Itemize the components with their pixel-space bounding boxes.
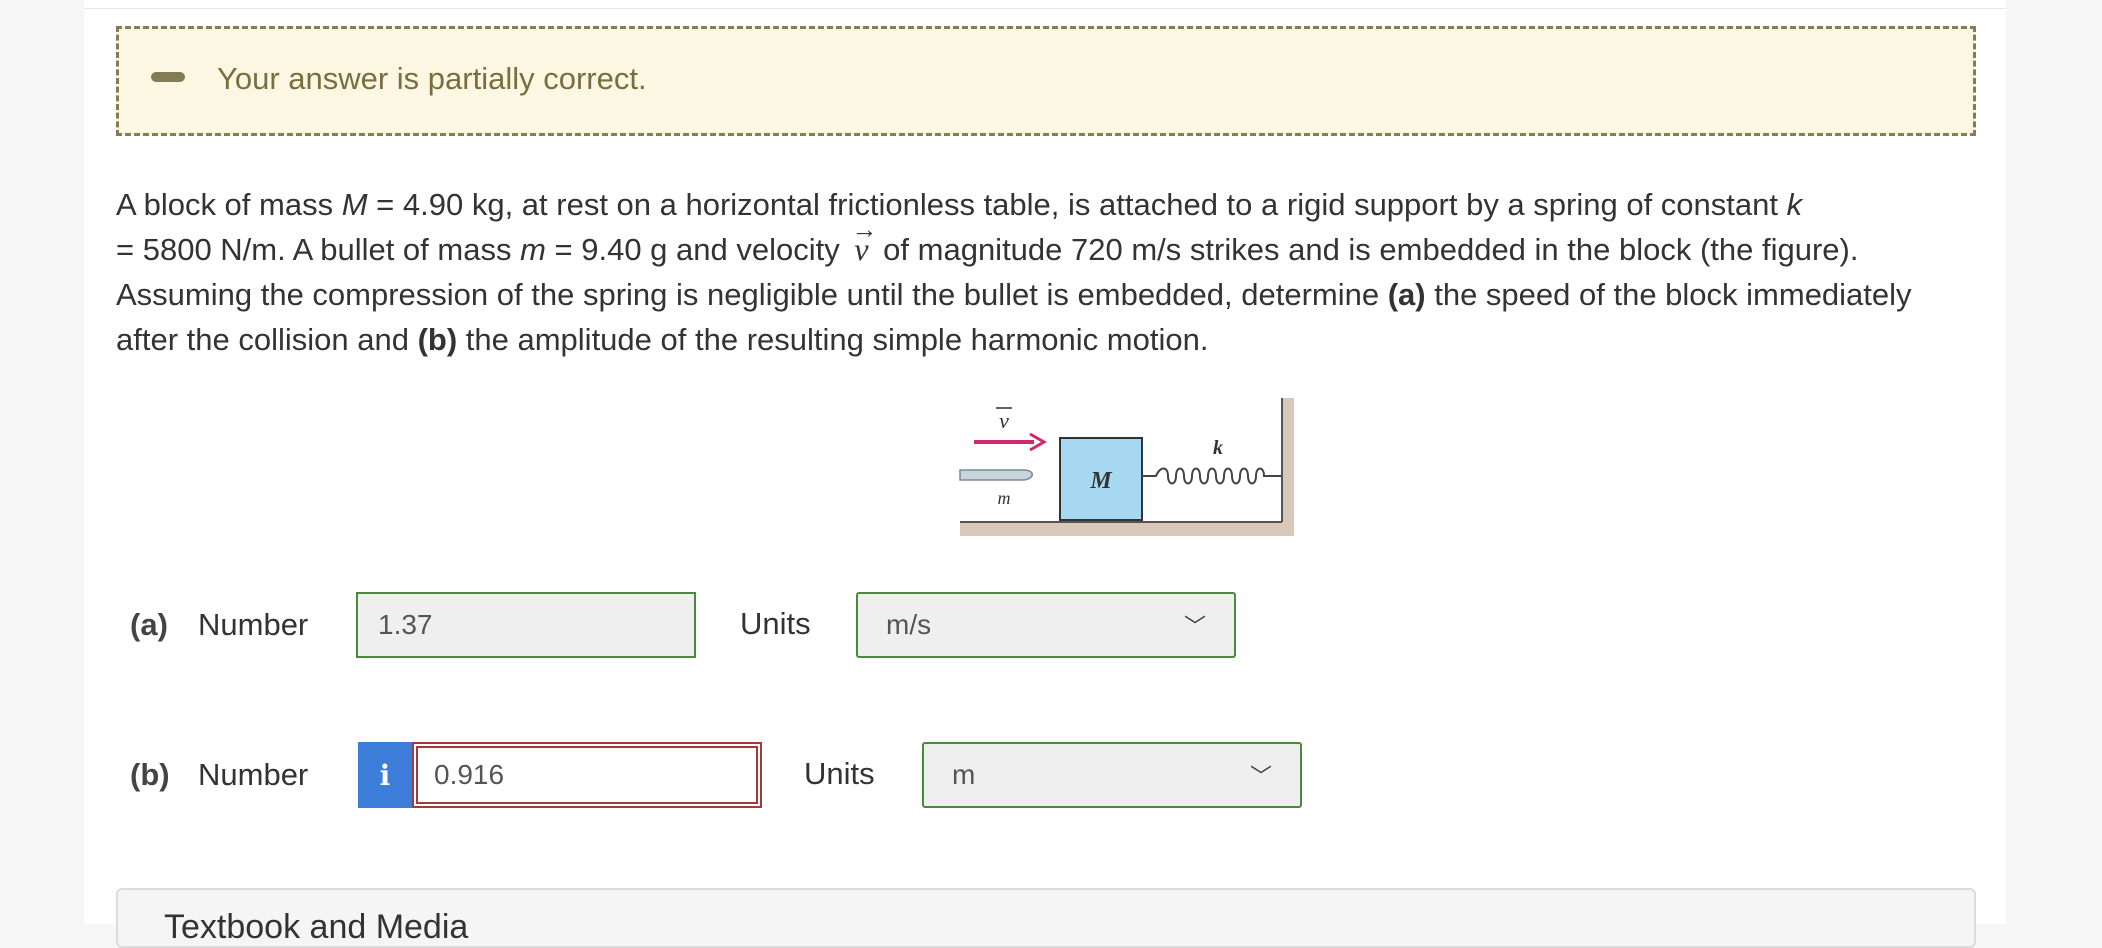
feedback-message: Your answer is partially correct.	[217, 61, 647, 96]
part-b-units-select[interactable]: m ﹀	[922, 742, 1302, 808]
info-icon[interactable]: i	[358, 742, 412, 808]
part-a-units-value: m/s	[886, 609, 932, 640]
question-line-4: after the collision and (b) the amplitud…	[116, 322, 1209, 357]
part-a-number-label: Number	[198, 607, 309, 642]
part-b-tag: (b)	[130, 757, 170, 792]
block-spring-diagram: M k m v	[959, 398, 1300, 536]
part-b-row: (b) Number	[130, 742, 308, 808]
part-a-units-select[interactable]: m/s ﹀	[856, 592, 1236, 658]
textbook-media-panel[interactable]: Textbook and Media	[116, 888, 1976, 948]
minus-icon	[151, 72, 185, 82]
feedback-banner: Your answer is partially correct.	[116, 26, 1976, 136]
part-b-units-label: Units	[804, 756, 875, 791]
question-line-1: A block of mass M = 4.90 kg, at rest on …	[116, 187, 1803, 222]
block-label: M	[1089, 468, 1113, 494]
question-text: A block of mass M = 4.90 kg, at rest on …	[116, 182, 1996, 362]
rigid-support-wall	[1282, 398, 1298, 536]
part-a-tag: (a)	[130, 607, 168, 642]
velocity-vector-symbol: → v	[851, 215, 878, 267]
divider	[84, 8, 2006, 9]
chevron-down-icon: ﹀	[1183, 614, 1206, 639]
spring-label: k	[1213, 437, 1223, 459]
part-b-number-input[interactable]: 0.916	[412, 742, 762, 808]
part-b-units-value: m	[952, 759, 976, 790]
bullet-label: m	[998, 488, 1011, 508]
velocity-label: v	[999, 408, 1009, 433]
part-a-units-label: Units	[740, 606, 811, 641]
question-card: Your answer is partially correct. A bloc…	[84, 0, 2006, 948]
spring	[1142, 467, 1282, 485]
part-a-number-input[interactable]: 1.37	[356, 592, 696, 658]
table-surface	[960, 522, 1300, 536]
bullet	[959, 469, 1033, 481]
part-a-row: (a) Number	[130, 592, 308, 658]
question-line-3: Assuming the compression of the spring i…	[116, 277, 1912, 312]
question-line-2: = 5800 N/m. A bullet of mass m = 9.40 g …	[116, 215, 1996, 272]
chevron-down-icon: ﹀	[1249, 764, 1272, 789]
part-b-number-label: Number	[198, 757, 309, 792]
problem-figure: M k m v	[874, 392, 1300, 542]
textbook-media-title: Textbook and Media	[164, 908, 469, 946]
